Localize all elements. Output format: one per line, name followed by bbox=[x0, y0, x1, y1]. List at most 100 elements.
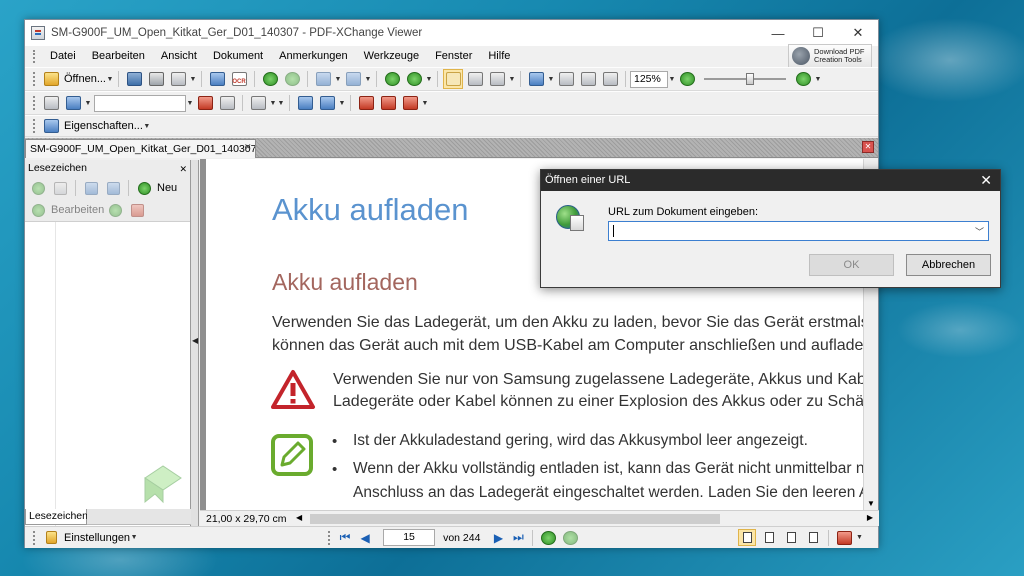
delete-bookmark-button[interactable] bbox=[105, 200, 125, 220]
edit-bookmark-label[interactable]: Bearbeiten bbox=[51, 204, 104, 216]
zoom-in-button[interactable] bbox=[793, 69, 813, 89]
undo-button[interactable] bbox=[313, 69, 333, 89]
statusbar-grip[interactable] bbox=[33, 530, 36, 545]
menu-fenster[interactable]: Fenster bbox=[427, 46, 480, 67]
ok-button[interactable]: OK bbox=[809, 254, 894, 276]
zoom-slider[interactable] bbox=[704, 72, 786, 86]
actual-size-button[interactable] bbox=[556, 69, 576, 89]
toolbar2-overflow-b[interactable]: ▼ bbox=[421, 100, 429, 107]
menu-ansicht[interactable]: Ansicht bbox=[153, 46, 205, 67]
highlight-button[interactable] bbox=[317, 93, 337, 113]
zoom-tool-button[interactable] bbox=[526, 69, 546, 89]
acrobat-button[interactable] bbox=[834, 528, 854, 548]
comment-tool-button[interactable] bbox=[248, 93, 268, 113]
minimize-button[interactable]: — bbox=[758, 20, 798, 46]
settings-dropdown[interactable]: ▼ bbox=[130, 534, 138, 541]
download-pdf-tools-button[interactable]: Download PDF Creation Tools bbox=[788, 44, 872, 68]
splitter-arrow-icon[interactable]: ◀ bbox=[192, 336, 198, 345]
panel-splitter[interactable]: ◀ bbox=[191, 160, 199, 526]
menu-anmerkungen[interactable]: Anmerkungen bbox=[271, 46, 356, 67]
email-dropdown[interactable]: ▼ bbox=[189, 76, 197, 83]
snapshot-button[interactable] bbox=[465, 69, 485, 89]
expand-bookmarks-button[interactable] bbox=[28, 178, 48, 198]
redo-dropdown[interactable]: ▼ bbox=[364, 76, 372, 83]
rotate-right-button[interactable] bbox=[404, 69, 424, 89]
toolbar3-grip[interactable] bbox=[33, 119, 36, 133]
menu-datei[interactable]: Datei bbox=[42, 46, 84, 67]
close-button[interactable]: ✕ bbox=[838, 20, 878, 46]
nav-forward-button[interactable] bbox=[560, 528, 580, 548]
scan-button[interactable] bbox=[207, 69, 227, 89]
collapse-bookmarks-button[interactable] bbox=[50, 178, 70, 198]
rotate-left-button[interactable] bbox=[382, 69, 402, 89]
toolbar-grip[interactable] bbox=[33, 72, 36, 86]
print-button[interactable] bbox=[146, 69, 166, 89]
toolbar2-overflow-a[interactable]: ▼ bbox=[277, 100, 285, 107]
ocr-button[interactable]: OCR bbox=[229, 69, 249, 89]
fit-width-button[interactable] bbox=[600, 69, 620, 89]
continuous-facing-view-button[interactable] bbox=[804, 529, 822, 546]
highlight-dropdown[interactable]: ▼ bbox=[338, 100, 346, 107]
select-dropdown[interactable]: ▼ bbox=[508, 76, 516, 83]
acrobat-dropdown[interactable]: ▼ bbox=[855, 534, 863, 541]
menu-dokument[interactable]: Dokument bbox=[205, 46, 271, 67]
save-button[interactable] bbox=[124, 69, 144, 89]
email-button[interactable] bbox=[168, 69, 188, 89]
forward-button[interactable] bbox=[282, 69, 302, 89]
open-label[interactable]: Öffnen... bbox=[64, 73, 106, 85]
menu-werkzeuge[interactable]: Werkzeuge bbox=[356, 46, 427, 67]
area-button[interactable] bbox=[378, 93, 398, 113]
rotate-dropdown[interactable]: ▼ bbox=[425, 76, 433, 83]
close-document-icon[interactable]: ✕ bbox=[862, 141, 874, 153]
comment-dropdown[interactable]: ▼ bbox=[269, 100, 277, 107]
previous-page-icon[interactable]: ◀ bbox=[358, 531, 372, 545]
document-tab-close-icon[interactable]: ✕ bbox=[244, 142, 252, 153]
properties-label[interactable]: Eigenschaften... bbox=[64, 120, 143, 132]
menu-hilfe[interactable]: Hilfe bbox=[480, 46, 518, 67]
scroll-right-arrow-icon[interactable]: ▶ bbox=[867, 513, 873, 522]
eraser-button[interactable] bbox=[400, 93, 420, 113]
next-page-icon[interactable]: ▶ bbox=[491, 531, 505, 545]
facing-view-button[interactable] bbox=[782, 529, 800, 546]
document-tab[interactable]: SM-G900F_UM_Open_Kitkat_Ger_D01_140307 bbox=[25, 139, 256, 158]
open-button[interactable] bbox=[41, 69, 61, 89]
menubar-grip[interactable] bbox=[33, 50, 36, 63]
single-page-view-button[interactable] bbox=[738, 529, 757, 546]
url-dropdown-chevron-icon[interactable]: ﹀ bbox=[975, 225, 984, 238]
select-text-button[interactable] bbox=[487, 69, 507, 89]
settings-button[interactable] bbox=[41, 528, 61, 548]
properties-button[interactable] bbox=[41, 116, 61, 136]
bookmark-properties-button[interactable] bbox=[127, 200, 147, 220]
redo-button[interactable] bbox=[343, 69, 363, 89]
continuous-view-button[interactable] bbox=[760, 529, 778, 546]
new-bookmark-button[interactable] bbox=[134, 178, 154, 198]
link-button[interactable] bbox=[41, 93, 61, 113]
horizontal-scrollbar-thumb[interactable] bbox=[310, 514, 720, 524]
scroll-left-arrow-icon[interactable]: ◀ bbox=[296, 513, 302, 522]
cancel-button[interactable]: Abbrechen bbox=[906, 254, 991, 276]
url-input[interactable]: ﹀ bbox=[608, 221, 989, 241]
toolbar-overflow[interactable]: ▼ bbox=[814, 76, 822, 83]
bing-button[interactable] bbox=[63, 93, 83, 113]
stamp-button[interactable] bbox=[295, 93, 315, 113]
menu-bearbeiten[interactable]: Bearbeiten bbox=[84, 46, 153, 67]
bookmark-zoom-out-button[interactable] bbox=[103, 178, 123, 198]
undo-dropdown[interactable]: ▼ bbox=[334, 76, 342, 83]
hand-tool-button[interactable] bbox=[443, 69, 463, 89]
toolbar2-grip[interactable] bbox=[33, 96, 36, 110]
bing-dropdown[interactable]: ▼ bbox=[84, 100, 92, 107]
bookmark-zoom-in-button[interactable] bbox=[81, 178, 101, 198]
scroll-down-arrow-icon[interactable]: ▼ bbox=[867, 499, 875, 508]
zoom-tool-dropdown[interactable]: ▼ bbox=[547, 76, 555, 83]
back-button[interactable] bbox=[260, 69, 280, 89]
bookmarks-list[interactable] bbox=[25, 221, 190, 526]
fit-page-button[interactable] bbox=[578, 69, 598, 89]
bookmarks-close-icon[interactable]: ✕ bbox=[179, 161, 187, 178]
current-page-input[interactable]: 15 bbox=[383, 529, 436, 546]
bookmarks-bottom-tab[interactable]: Lesezeichen bbox=[25, 509, 88, 525]
zoom-slider-thumb[interactable] bbox=[746, 73, 754, 85]
first-page-icon[interactable]: ⏮ bbox=[338, 530, 352, 545]
maximize-button[interactable]: ☐ bbox=[798, 20, 838, 46]
zoom-input[interactable]: 125% bbox=[630, 70, 668, 88]
open-dropdown[interactable]: ▼ bbox=[106, 76, 114, 83]
